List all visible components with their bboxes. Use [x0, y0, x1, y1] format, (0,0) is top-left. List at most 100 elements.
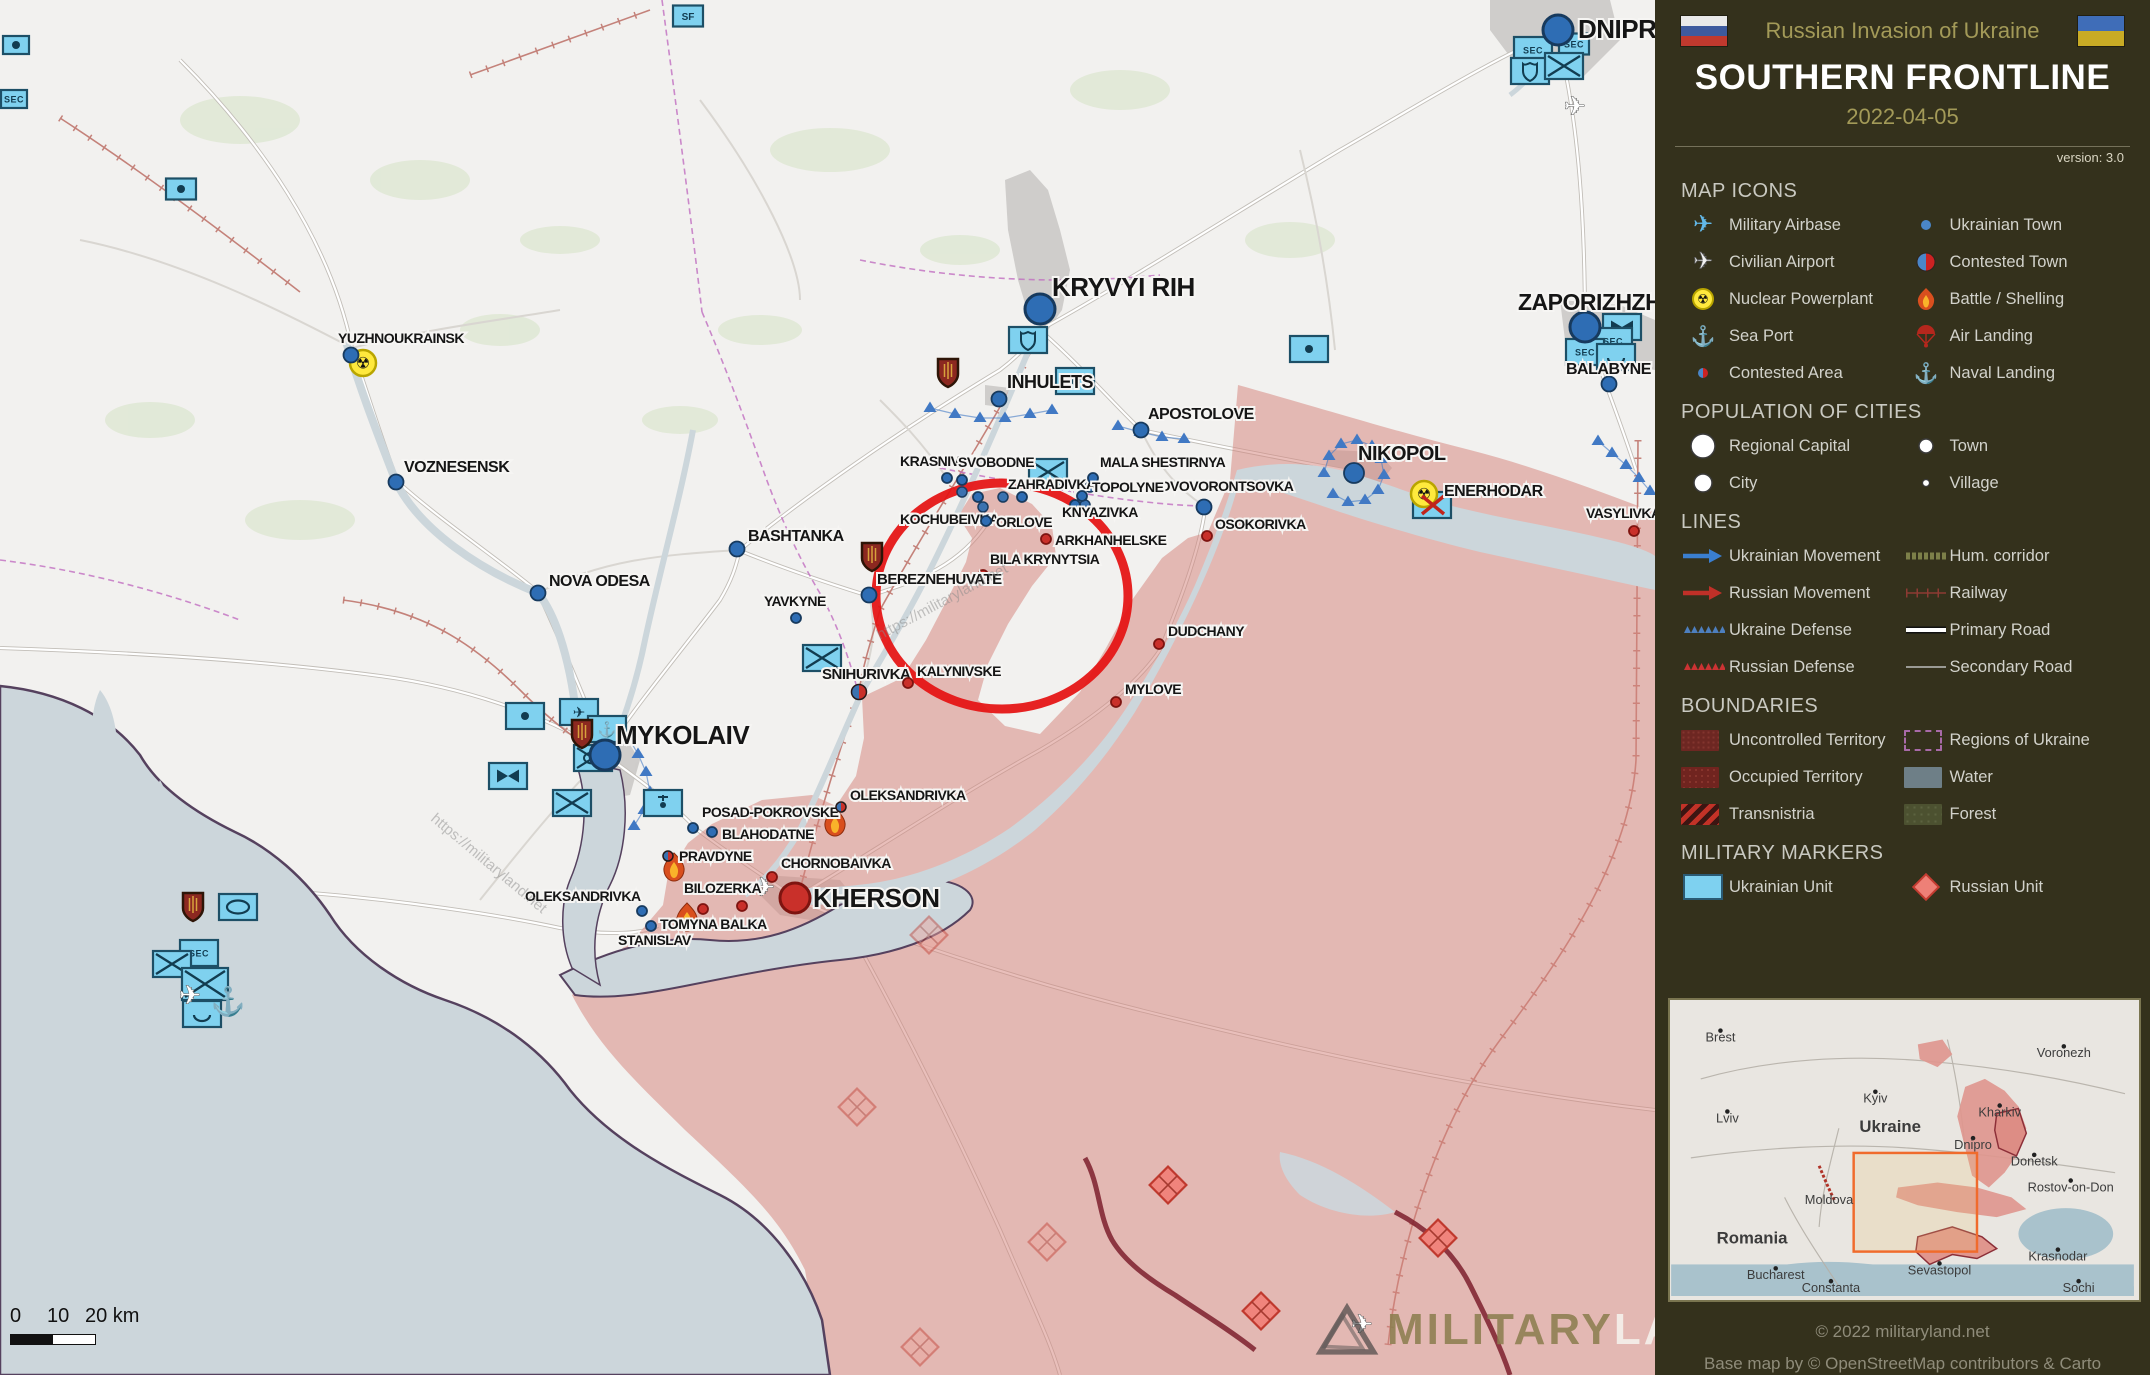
- civilian-airport-icon: ✈: [1564, 91, 1586, 121]
- sw-occupied-icon: [1681, 764, 1729, 790]
- ua-unit-marker: [219, 894, 257, 920]
- line-ua-def-icon: [1681, 617, 1729, 643]
- scale-label: 20 km: [85, 1305, 139, 1328]
- legend-item-label: Air Landing: [1950, 327, 2125, 346]
- legend-item-label: Ukrainian Unit: [1729, 878, 1904, 897]
- city-label: DNIPRO: [1578, 14, 1655, 44]
- inset-highlight-rect: [1854, 1153, 1977, 1252]
- military-emblem: [183, 893, 203, 921]
- city-label: BASHTANKA: [748, 528, 845, 545]
- legend-item-label: Ukrainian Town: [1950, 216, 2125, 235]
- city-marker-kherson: KHERSON: [780, 883, 940, 913]
- map-canvas: SFSECSECSECSECSECSEC✈⚓SEC☢☢✈✈✈✈⚓DNIPROKR…: [0, 0, 1655, 1375]
- city-label: DUDCHANY: [1168, 623, 1245, 639]
- legend-section: POPULATION OF CITIESRegional CapitalTown…: [1681, 401, 2124, 496]
- legend-item-label: City: [1729, 474, 1904, 493]
- inset-label: Kyiv: [1863, 1091, 1888, 1106]
- line-ru-def-icon: [1681, 654, 1729, 680]
- legend-section-title: MAP ICONS: [1681, 180, 2124, 203]
- legend-item-label: Civilian Airport: [1729, 253, 1904, 272]
- basemap-credit-line: Base map by © OpenStreetMap contributors…: [1655, 1348, 2150, 1375]
- city-label: STANISLAV: [618, 932, 692, 948]
- page-title: SOUTHERN FRONTLINE: [1681, 58, 2124, 98]
- city-marker-arkhanhelske: ARKHANHELSKE: [1041, 532, 1167, 548]
- scale-bar: 01020 km: [10, 1305, 150, 1345]
- ua-unit-marker: [553, 790, 591, 816]
- line-ru-move-icon: [1681, 580, 1729, 606]
- legend-item-label: Nuclear Powerplant: [1729, 290, 1904, 309]
- contested-town-icon: [1904, 249, 1950, 275]
- legend-item-label: Secondary Road: [1950, 658, 2125, 677]
- inset-label: Brest: [1706, 1029, 1736, 1044]
- line-rail-icon: [1904, 580, 1950, 606]
- svg-text:⚓: ⚓: [1691, 324, 1716, 348]
- map-terrain: [0, 0, 1655, 1375]
- legend-item-label: Ukrainian Movement: [1729, 547, 1904, 566]
- legend-item-label: Hum. corridor: [1950, 547, 2125, 566]
- svg-text:✈: ✈: [1564, 91, 1586, 121]
- legend-item-label: Naval Landing: [1950, 364, 2125, 383]
- legend-item-label: Primary Road: [1950, 621, 2125, 640]
- svg-text:SEC: SEC: [1575, 348, 1595, 358]
- city-label: MYKOLAIV: [616, 720, 750, 750]
- legend-item-label: Russian Movement: [1729, 584, 1904, 603]
- inset-overview-map: BrestVoronezhKyivLvivKharkivUkraineDnipr…: [1668, 998, 2141, 1302]
- ukraine-flag-icon: [2078, 16, 2124, 46]
- city-label: BILA KRYNYTSIA: [990, 551, 1100, 567]
- city-label: YUZHNOUKRAINSK: [338, 330, 464, 346]
- line-road1-icon: [1904, 617, 1950, 643]
- legend-item-label: Russian Defense: [1729, 658, 1904, 677]
- city-label: KALYNIVSKE: [917, 663, 1001, 679]
- legend-item-label: Russian Unit: [1950, 878, 2125, 897]
- legend-item-label: Battle / Shelling: [1950, 290, 2125, 309]
- city-label: VOZNESENSK: [404, 459, 510, 476]
- city-label: ZAPORIZHZHIA: [1518, 289, 1655, 315]
- inset-label: Dnipro: [1954, 1137, 1992, 1152]
- city-label: MYLOVE: [1125, 681, 1181, 697]
- pop-town-icon: [1904, 433, 1950, 459]
- inset-label: Sochi: [2063, 1280, 2095, 1295]
- town-dot: [957, 487, 967, 497]
- inset-label: Sevastopol: [1908, 1262, 1971, 1277]
- scale-label: 10: [47, 1305, 85, 1328]
- city-label: INHULETS: [1007, 372, 1093, 392]
- ua-unit-marker: [1009, 327, 1047, 353]
- mk-ru-icon: [1904, 874, 1950, 900]
- city-label: PRAVDYNE: [679, 848, 752, 864]
- russia-flag-icon: [1681, 16, 1727, 46]
- svg-text:✈: ✈: [1351, 1309, 1373, 1339]
- city-label: NOVA ODESA: [549, 573, 651, 590]
- city-label: BLAHODATNE: [722, 826, 814, 842]
- legend-item-label: Village: [1950, 474, 2125, 493]
- legend-item-label: Sea Port: [1729, 327, 1904, 346]
- city-label: TOMYNA BALKA: [660, 916, 767, 932]
- legend-item-label: Uncontrolled Territory: [1729, 731, 1904, 750]
- city-label: TOPOLYNE: [1092, 479, 1164, 495]
- ua-unit-marker: SEC: [1, 90, 27, 108]
- city-label: KRYVYI RIH: [1052, 272, 1195, 302]
- city-marker-blahodatne: BLAHODATNE: [707, 826, 814, 842]
- city-label: NIKOPOL: [1358, 443, 1446, 465]
- svg-text:⚓: ⚓: [211, 985, 246, 1018]
- sw-transnistria-icon: [1681, 801, 1729, 827]
- military-airbase-icon: ✈: [1681, 212, 1729, 238]
- city-label: CHORNOBAIVKA: [781, 855, 891, 871]
- scale-bar-graphic: [10, 1334, 96, 1345]
- line-hum-icon: [1904, 543, 1950, 569]
- header-subtitle: Russian Invasion of Ukraine: [1739, 18, 2066, 44]
- sea-port-icon: ⚓: [1681, 323, 1729, 349]
- city-label: KHERSON: [813, 883, 940, 913]
- city-label: OSOKORIVKA: [1215, 516, 1306, 532]
- inset-label: Kharkiv: [1978, 1104, 2021, 1119]
- battle-shelling-icon: [1904, 286, 1950, 312]
- inset-label: Rostov-on-Don: [2028, 1179, 2114, 1194]
- inset-label: Krasnodar: [2028, 1248, 2088, 1263]
- sidebar-header: Russian Invasion of Ukraine SOUTHERN FRO…: [1655, 0, 2150, 130]
- contested-area-icon: [1681, 360, 1729, 386]
- legend-item-label: Regional Capital: [1729, 437, 1904, 456]
- legend-section-title: LINES: [1681, 511, 2124, 534]
- map-date: 2022-04-05: [1681, 104, 2124, 130]
- civilian-airport-icon: ✈: [1681, 249, 1729, 275]
- svg-text:SF: SF: [682, 12, 695, 23]
- city-label: OLEKSANDRIVKA: [850, 787, 966, 803]
